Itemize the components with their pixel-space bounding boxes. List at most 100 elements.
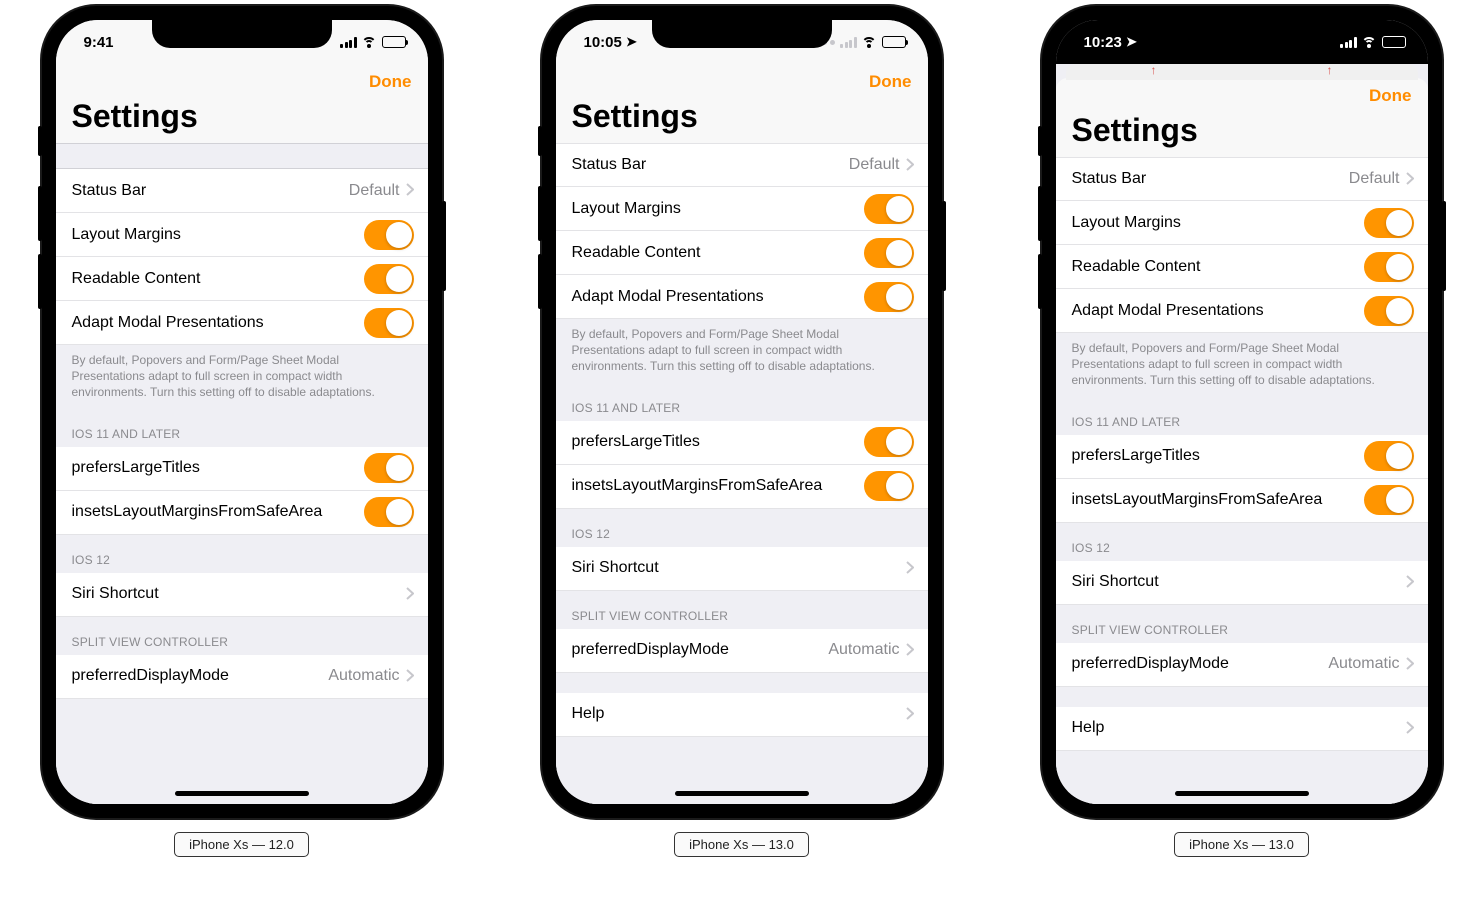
section-footer: By default, Popovers and Form/Page Sheet… [56,345,428,409]
row-value: Default [349,182,400,200]
settings-row[interactable]: insetsLayoutMarginsFromSafeArea [56,491,428,535]
chevron-right-icon [406,584,414,605]
toggle-switch[interactable] [864,471,914,501]
toggle-switch[interactable] [364,308,414,338]
settings-row[interactable]: preferredDisplayModeAutomatic [56,655,428,699]
done-button[interactable]: Done [869,72,912,92]
settings-row[interactable]: Adapt Modal Presentations [556,275,928,319]
settings-row[interactable]: Readable Content [556,231,928,275]
row-label: insetsLayoutMarginsFromSafeArea [1072,491,1364,509]
toggle-switch[interactable] [1364,252,1414,282]
nav-bar: Done [1056,78,1428,110]
settings-row[interactable]: insetsLayoutMarginsFromSafeArea [556,465,928,509]
toggle-switch[interactable] [364,220,414,250]
settings-row[interactable]: Help [556,693,928,737]
settings-row[interactable]: Status BarDefault [556,143,928,187]
toggle-switch[interactable] [864,238,914,268]
section-spacer [56,143,428,169]
row-label: insetsLayoutMarginsFromSafeArea [572,477,864,495]
battery-icon [1382,36,1406,48]
screen-body: DoneSettingsStatus BarDefaultLayout Marg… [56,64,428,804]
status-time: 10:05 [584,34,622,51]
row-label: prefersLargeTitles [572,433,864,451]
settings-row[interactable]: preferredDisplayModeAutomatic [1056,643,1428,687]
toggle-switch[interactable] [1364,208,1414,238]
chevron-right-icon [906,704,914,725]
screen-body: DoneSettingsStatus BarDefaultLayout Marg… [556,64,928,804]
settings-row[interactable]: prefersLargeTitles [56,447,428,491]
section-header: IOS 12 [1056,523,1428,561]
row-value: Automatic [1328,655,1399,673]
home-indicator [1175,791,1309,796]
settings-row[interactable]: Siri Shortcut [56,573,428,617]
page-title: Settings [1056,110,1428,157]
settings-row[interactable]: Siri Shortcut [556,547,928,591]
row-label: prefersLargeTitles [72,459,364,477]
row-label: Help [1072,719,1406,737]
row-label: Siri Shortcut [572,559,906,577]
settings-row[interactable]: prefersLargeTitles [556,421,928,465]
settings-row[interactable]: Status BarDefault [1056,157,1428,201]
toggle-switch[interactable] [1364,296,1414,326]
settings-list[interactable]: Status BarDefault Layout Margins Readable … [1056,157,1428,804]
toggle-switch[interactable] [1364,485,1414,515]
settings-row[interactable]: Layout Margins [556,187,928,231]
toggle-switch[interactable] [864,194,914,224]
toggle-switch[interactable] [1364,441,1414,471]
chevron-right-icon [1406,572,1414,593]
settings-row[interactable]: Siri Shortcut [1056,561,1428,605]
wifi-icon [862,37,877,48]
settings-row[interactable]: Readable Content [56,257,428,301]
battery-icon [382,36,406,48]
row-label: Layout Margins [1072,214,1364,232]
row-label: Help [572,705,906,723]
row-label: Layout Margins [72,226,364,244]
row-value: Automatic [328,667,399,685]
settings-row[interactable]: Layout Margins [56,213,428,257]
settings-row[interactable]: Readable Content [1056,245,1428,289]
cellular-signal-icon [1340,37,1357,48]
section-header: SPLIT VIEW CONTROLLER [56,617,428,655]
location-icon: ➤ [1126,35,1137,48]
section-header: IOS 11 AND LATER [556,383,928,421]
toggle-switch[interactable] [864,427,914,457]
settings-row[interactable]: preferredDisplayModeAutomatic [556,629,928,673]
chevron-right-icon [1406,654,1414,675]
device-screen: 9:41DoneSettingsStatus BarDefaultLayout … [56,20,428,804]
section-footer: By default, Popovers and Form/Page Sheet… [1056,333,1428,397]
settings-row[interactable]: Status BarDefault [56,169,428,213]
done-button[interactable]: Done [1369,86,1412,106]
row-label: Adapt Modal Presentations [572,288,864,306]
section-header: IOS 11 AND LATER [1056,397,1428,435]
settings-row[interactable]: Help [1056,707,1428,751]
done-button[interactable]: Done [369,72,412,92]
row-label: preferredDisplayMode [72,667,329,685]
device-notch [152,20,332,48]
chevron-right-icon [906,155,914,176]
settings-row[interactable]: prefersLargeTitles [1056,435,1428,479]
section-header: SPLIT VIEW CONTROLLER [1056,605,1428,643]
chevron-right-icon [406,180,414,201]
toggle-switch[interactable] [864,282,914,312]
settings-row[interactable]: insetsLayoutMarginsFromSafeArea [1056,479,1428,523]
settings-row[interactable]: Adapt Modal Presentations [1056,289,1428,333]
chevron-right-icon [1406,169,1414,190]
toggle-switch[interactable] [364,453,414,483]
settings-list[interactable]: Status BarDefault Layout Margins Readable … [56,143,428,804]
settings-row[interactable]: Adapt Modal Presentations [56,301,428,345]
nav-bar: Done [56,64,428,96]
toggle-switch[interactable] [364,497,414,527]
settings-row[interactable]: Layout Margins [1056,201,1428,245]
row-label: insetsLayoutMarginsFromSafeArea [72,503,364,521]
nav-bar: Done [556,64,928,96]
toggle-switch[interactable] [364,264,414,294]
status-time: 10:23 [1084,34,1122,51]
settings-list[interactable]: Status BarDefaultLayout MarginsReadable … [556,143,928,804]
section-header: SPLIT VIEW CONTROLLER [556,591,928,629]
sheet-backdrop: ↑↑ [1066,64,1418,80]
device-frame: 9:41DoneSettingsStatus BarDefaultLayout … [42,6,442,818]
device-screen: 10:23 ➤ ↑↑ Done SettingsStatus BarDefault La… [1056,20,1428,804]
row-label: Siri Shortcut [72,585,406,603]
device-frame: 10:23 ➤ ↑↑ Done SettingsStatus BarDefault La… [1042,6,1442,818]
row-label: Adapt Modal Presentations [72,314,364,332]
